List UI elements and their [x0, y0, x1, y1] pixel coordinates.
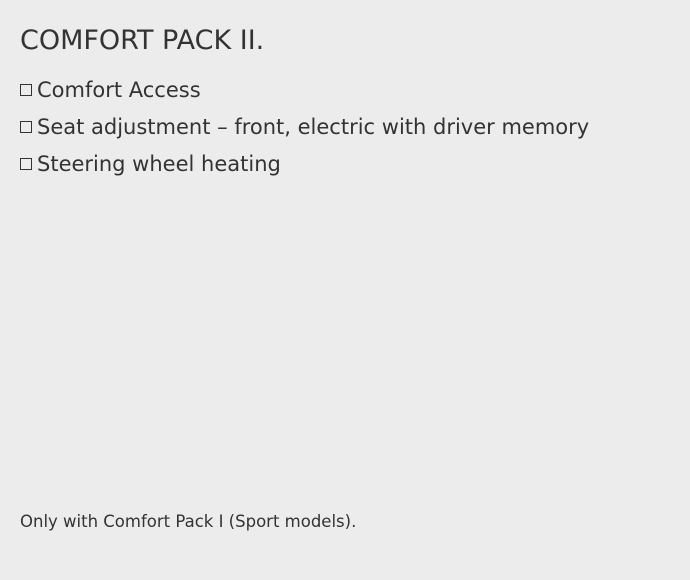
comfort-pack-card: COMFORT PACK II. Comfort Access Seat adj…: [0, 0, 690, 580]
feature-item-seat-adjustment[interactable]: Seat adjustment – front, electric with d…: [20, 108, 589, 145]
checkbox-empty-icon[interactable]: [20, 84, 32, 96]
feature-list: Comfort Access Seat adjustment – front, …: [20, 71, 589, 182]
checkbox-empty-icon[interactable]: [20, 158, 32, 170]
feature-item-steering-wheel-heating[interactable]: Steering wheel heating: [20, 145, 589, 182]
feature-label: Seat adjustment – front, electric with d…: [37, 114, 590, 139]
feature-label: Comfort Access: [37, 77, 201, 102]
feature-item-comfort-access[interactable]: Comfort Access: [20, 71, 589, 108]
checkbox-empty-icon[interactable]: [20, 121, 32, 133]
pack-title: COMFORT PACK II.: [20, 25, 265, 56]
feature-label: Steering wheel heating: [37, 151, 281, 176]
footnote: Only with Comfort Pack I (Sport models).: [20, 512, 357, 531]
